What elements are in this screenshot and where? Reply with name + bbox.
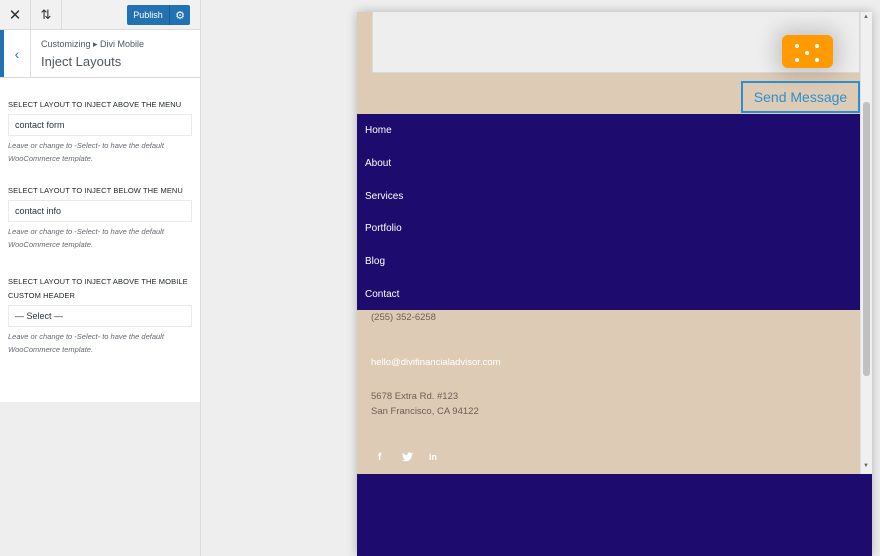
control-above-menu: Select layout to inject above the menu c… [8,78,192,165]
contact-info-section: (255) 352-6258 hello@divifinancialadviso… [357,310,860,474]
controls-list: Select layout to inject above the menu c… [0,78,200,402]
menu-item-portfolio[interactable]: Portfolio [365,223,402,234]
email-link[interactable]: hello@divifinancialadvisor.com [371,357,501,368]
control-description: Leave or change to -Select- to have the … [8,227,164,249]
control-label: Select layout to inject above the menu [8,100,182,109]
captcha-dice-icon[interactable] [782,35,833,68]
phone-number: (255) 352-6258 [371,312,436,323]
mobile-menu: Home About Services Portfolio Blog Conta… [357,114,860,310]
breadcrumb: Customizing ▸ Divi Mobile [41,39,145,49]
facebook-icon[interactable]: f [378,452,381,463]
menu-item-home[interactable]: Home [365,125,392,136]
close-icon[interactable]: ✕ [0,0,31,29]
control-description: Leave or change to -Select- to have the … [8,141,164,163]
footer-section [357,474,872,556]
customizer-panel: ✕ ⇅ Publish ⚙ ‹ Customizing ▸ Divi Mobil… [0,0,201,556]
address-line-1: 5678 Extra Rd. #123 [371,391,459,402]
customizer-toolbar: ✕ ⇅ Publish ⚙ [0,0,200,30]
preview-scrollbar[interactable]: ▲ ▼ [860,12,872,474]
control-label: Select layout to inject below the menu [8,186,183,195]
section-title: Inject Layouts [41,54,122,69]
contact-form-section: Send Message [357,12,860,114]
back-chevron-icon[interactable]: ‹ [0,30,31,77]
menu-item-contact[interactable]: Contact [365,289,399,300]
menu-item-blog[interactable]: Blog [365,256,385,267]
layout-select-above-mobile-header[interactable]: — Select — [8,305,192,327]
linkedin-icon[interactable]: in [429,452,437,462]
scroll-up-icon[interactable]: ▲ [863,14,869,20]
control-above-mobile-header: Select layout to inject above the mobile… [8,251,192,356]
layout-select-above-menu[interactable]: contact form [8,114,192,136]
scroll-thumb[interactable] [863,102,870,376]
reorder-icon[interactable]: ⇅ [31,0,62,29]
gear-icon[interactable]: ⚙ [169,5,190,25]
publish-group: Publish ⚙ [127,5,190,25]
control-label: Select layout to inject above the mobile… [8,277,188,300]
publish-button[interactable]: Publish [127,5,169,25]
control-description: Leave or change to -Select- to have the … [8,332,164,354]
control-below-menu: Select layout to inject below the menu c… [8,165,192,251]
twitter-icon[interactable] [402,452,413,464]
layout-select-below-menu[interactable]: contact info [8,200,192,222]
send-message-button[interactable]: Send Message [741,81,860,113]
menu-item-about[interactable]: About [365,158,391,169]
address-line-2: San Francisco, CA 94122 [371,406,479,417]
site-preview: Send Message Home About Services Portfol… [357,12,872,556]
menu-item-services[interactable]: Services [365,191,403,202]
section-header: ‹ Customizing ▸ Divi Mobile Inject Layou… [0,30,200,78]
scroll-down-icon[interactable]: ▼ [863,463,869,469]
